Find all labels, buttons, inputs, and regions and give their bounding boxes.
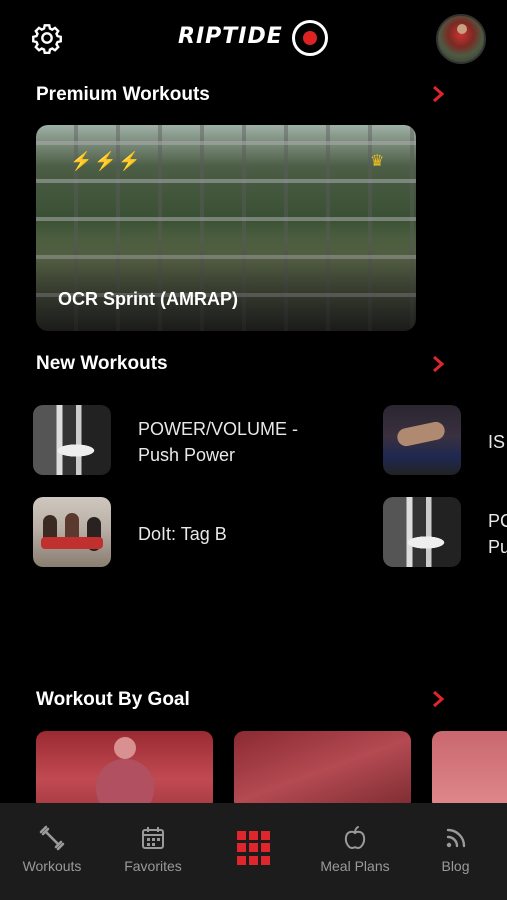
apple-icon	[344, 826, 366, 850]
nav-item-blog[interactable]: Blog	[404, 803, 507, 900]
workout-title-line1: DoIt: Tag B	[138, 524, 227, 544]
logo-text: RIPTIDE	[178, 24, 283, 49]
premium-workouts-title: Premium Workouts	[36, 84, 210, 105]
nav-label: Workouts	[22, 858, 82, 874]
dumbbell-icon	[39, 825, 65, 851]
premium-workout-card[interactable]: ⚡ ⚡ ⚡ ♛ OCR Sprint (AMRAP)	[36, 125, 416, 331]
bottom-nav: Workouts Favorites Meal Plans Blog	[0, 803, 507, 900]
intensity-bolt-icon: ⚡	[118, 151, 141, 171]
new-workouts-title: New Workouts	[36, 353, 168, 374]
workout-thumbnail	[383, 405, 461, 475]
chevron-right-icon[interactable]	[430, 85, 446, 103]
intensity-bolt-icon: ⚡	[94, 151, 117, 171]
goal-card[interactable]	[432, 731, 507, 811]
nav-label: Meal Plans	[320, 858, 390, 874]
nav-item-meal-plans[interactable]: Meal Plans	[306, 803, 404, 900]
rss-icon	[446, 828, 465, 848]
workout-thumbnail	[383, 497, 461, 567]
workout-title-line1: POWER/VOLUME -	[138, 419, 299, 439]
workout-title-line1: IS	[488, 432, 506, 452]
workout-thumbnail	[33, 405, 111, 475]
gear-icon[interactable]	[31, 22, 63, 54]
riptide-logo: RIPTIDE	[178, 18, 333, 58]
goal-card[interactable]	[234, 731, 411, 811]
premium-workout-title: OCR Sprint (AMRAP)	[58, 289, 238, 309]
crown-icon: ♛	[370, 153, 385, 170]
profile-avatar[interactable]	[436, 14, 486, 64]
logo-emblem	[292, 20, 328, 56]
workout-thumbnail	[33, 497, 111, 567]
nav-item-workouts[interactable]: Workouts	[0, 803, 104, 900]
app-header: RIPTIDE	[0, 0, 507, 76]
nav-item-favorites[interactable]: Favorites	[104, 803, 202, 900]
workout-title-line2: Pu	[488, 537, 507, 557]
calendar-icon	[142, 827, 164, 849]
nav-label: Blog	[441, 858, 470, 874]
nav-item-home-menu[interactable]	[202, 803, 306, 900]
workout-title-line1: PC	[488, 511, 507, 531]
grid-menu-icon	[237, 831, 271, 865]
chevron-right-icon[interactable]	[430, 690, 446, 708]
goal-card[interactable]	[36, 731, 213, 811]
chevron-right-icon[interactable]	[430, 355, 446, 373]
intensity-bolt-icon: ⚡	[70, 151, 93, 171]
workout-title-line2: Push Power	[138, 445, 236, 465]
workout-by-goal-title: Workout By Goal	[36, 689, 190, 710]
nav-label: Favorites	[124, 858, 182, 874]
